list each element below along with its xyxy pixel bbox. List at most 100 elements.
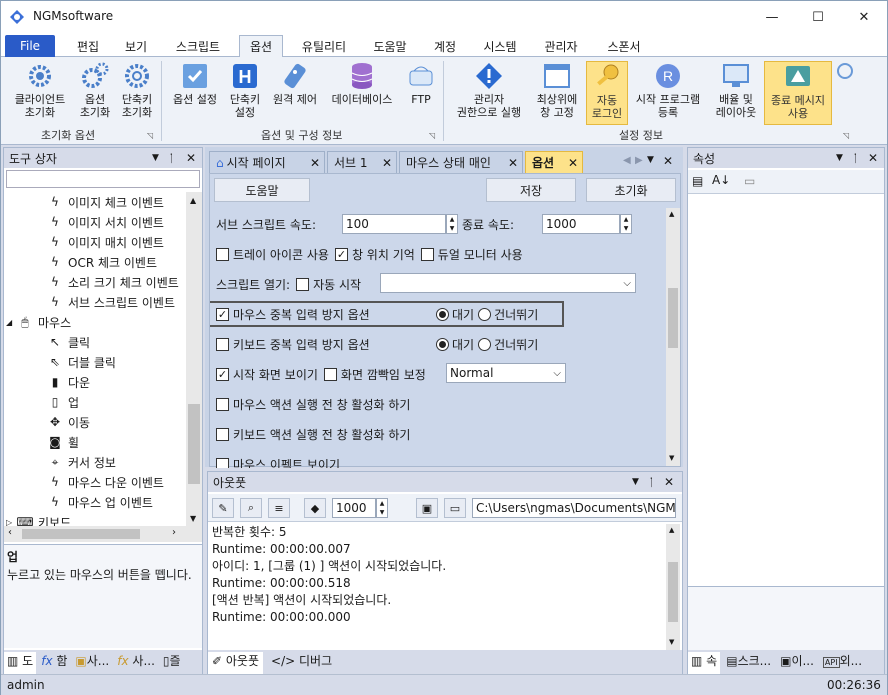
- tab-mouse-state[interactable]: 마우스 상태 매인 ✕: [399, 151, 523, 173]
- tree-item[interactable]: ✥ 이동: [4, 412, 90, 432]
- tree-item[interactable]: ▷ ⌨ 키보드: [4, 512, 71, 526]
- menu-script[interactable]: 스크립트: [165, 35, 231, 57]
- tab-script[interactable]: ▤스크...: [723, 652, 774, 674]
- scroll-thumb[interactable]: [188, 404, 200, 484]
- scroll-down-icon[interactable]: ▼: [669, 638, 674, 646]
- menu-sponsor[interactable]: 스폰서: [597, 35, 651, 57]
- maximize-button[interactable]: ☐: [795, 1, 841, 33]
- clear-log-button[interactable]: ✎: [212, 498, 234, 518]
- hotkey-reset-button[interactable]: 단축키 초기화: [117, 61, 157, 119]
- reset-button[interactable]: 초기화: [586, 178, 676, 202]
- scroll-up-icon[interactable]: ▲: [669, 526, 674, 534]
- tab-output[interactable]: ✐ 아웃풋: [208, 652, 264, 674]
- search-log-button[interactable]: ⌕: [240, 498, 262, 518]
- hscroll-thumb[interactable]: [22, 529, 140, 539]
- expander-icon[interactable]: ▷: [6, 518, 12, 527]
- kbd-wait-radio[interactable]: [436, 338, 449, 351]
- close-icon[interactable]: ✕: [663, 154, 673, 168]
- refresh-icon[interactable]: [837, 63, 853, 79]
- scroll-thumb[interactable]: [668, 562, 678, 622]
- close-button[interactable]: ✕: [841, 1, 887, 33]
- tree-item[interactable]: ◢ 🖱 마우스: [4, 312, 71, 332]
- exit-message-button[interactable]: 종료 메시지 사용: [764, 61, 832, 125]
- menu-help[interactable]: 도움말: [363, 35, 417, 57]
- tab-list-icon[interactable]: ▼: [647, 155, 654, 165]
- ftp-button[interactable]: FTP: [401, 61, 441, 106]
- expander-icon[interactable]: ◢: [6, 318, 12, 327]
- pin-icon[interactable]: ᛙ: [648, 476, 655, 489]
- scroll-thumb[interactable]: [668, 288, 678, 348]
- tab-image[interactable]: ▣이...: [777, 652, 817, 674]
- tree-item[interactable]: ▯ 업: [4, 392, 79, 412]
- toolbox-scrollbar[interactable]: ▲ ▼: [186, 192, 202, 526]
- wrap-log-button[interactable]: ≡: [268, 498, 290, 518]
- tab-favorites[interactable]: ▯즐: [160, 652, 184, 674]
- remote-control-button[interactable]: 원격 제어: [265, 61, 325, 106]
- dialog-launcher-icon[interactable]: ◹: [147, 131, 153, 140]
- output-scrollbar[interactable]: ▲ ▼: [666, 524, 680, 650]
- scroll-up-icon[interactable]: ▲: [669, 210, 674, 218]
- run-as-admin-button[interactable]: 관리자 권한으로 실행: [447, 61, 531, 119]
- auto-start-checkbox[interactable]: [296, 278, 310, 291]
- pin-icon[interactable]: ᛙ: [852, 152, 859, 165]
- kbd-dup-checkbox[interactable]: [216, 338, 229, 351]
- tree-item[interactable]: ϟ 이미지 매치 이벤트: [4, 232, 164, 252]
- tab-properties[interactable]: ▥ 속: [688, 652, 721, 674]
- always-on-top-button[interactable]: 최상위에 창 고정: [531, 61, 583, 119]
- menu-view[interactable]: 보기: [113, 35, 159, 57]
- tab-external[interactable]: API 외...: [820, 652, 865, 674]
- dropdown-icon[interactable]: ▼: [152, 153, 159, 163]
- scroll-up-icon[interactable]: ▲: [190, 196, 196, 205]
- menu-utility[interactable]: 유틸리티: [291, 35, 357, 57]
- scroll-down-icon[interactable]: ▼: [669, 454, 674, 462]
- mouse-dup-checkbox[interactable]: ✓: [216, 308, 229, 321]
- dropdown-icon[interactable]: ▼: [632, 477, 639, 487]
- option-reset-button[interactable]: 옵션 초기화: [75, 61, 115, 119]
- close-icon[interactable]: ✕: [664, 475, 674, 489]
- toolbox-hscrollbar[interactable]: ‹ ›: [4, 526, 202, 542]
- scroll-left-icon[interactable]: ‹: [8, 527, 12, 538]
- pin-icon[interactable]: ᛙ: [168, 152, 175, 165]
- hotkey-settings-button[interactable]: H 단축키 설정: [225, 61, 265, 119]
- kbd-activate-checkbox[interactable]: [216, 428, 229, 441]
- scroll-down-icon[interactable]: ▼: [190, 514, 196, 523]
- kbd-skip-radio[interactable]: [478, 338, 492, 351]
- toolbox-search-input[interactable]: [6, 170, 200, 188]
- property-pages-icon[interactable]: ▭: [744, 174, 755, 188]
- dialog-launcher-icon[interactable]: ◹: [429, 131, 435, 140]
- close-icon[interactable]: ✕: [310, 156, 320, 170]
- tree-item[interactable]: ⇖ 더블 클릭: [4, 352, 116, 372]
- erase-log-button[interactable]: ◆: [304, 498, 326, 518]
- tab-sub-1[interactable]: 서브 1 ✕: [327, 151, 397, 173]
- auto-login-button[interactable]: 자동 로그인: [586, 61, 628, 125]
- mouse-activate-checkbox[interactable]: [216, 398, 229, 411]
- options-scrollbar[interactable]: ▲ ▼: [666, 208, 680, 466]
- close-icon[interactable]: ✕: [868, 151, 878, 165]
- tab-debug[interactable]: </> 디버그: [267, 652, 336, 674]
- tree-item[interactable]: ▮ 다운: [4, 372, 90, 392]
- delay-input[interactable]: 1000: [332, 498, 376, 518]
- menu-edit[interactable]: 편집: [65, 35, 111, 57]
- tree-item[interactable]: ϟ 마우스 업 이벤트: [4, 492, 153, 512]
- tree-item[interactable]: ϟ 이미지 서치 이벤트: [4, 212, 164, 232]
- dual-monitor-checkbox[interactable]: [420, 248, 434, 261]
- mouse-wait-radio[interactable]: [436, 308, 449, 321]
- tree-item[interactable]: ϟ 서브 스크립트 이벤트: [4, 292, 175, 312]
- scale-layout-button[interactable]: 배율 및 레이아웃: [709, 61, 763, 119]
- startup-register-button[interactable]: R 시작 프로그램 등록: [629, 61, 707, 119]
- menu-options[interactable]: 옵션: [239, 35, 283, 58]
- tree-item[interactable]: ◙ 휠: [4, 432, 79, 452]
- tree-item[interactable]: ⌖ 커서 정보: [4, 452, 116, 472]
- blink-checkbox[interactable]: [323, 368, 337, 381]
- dialog-launcher-icon[interactable]: ◹: [843, 131, 849, 140]
- blink-mode-select[interactable]: Normal ⌵: [446, 363, 566, 383]
- tab-scroll-right-icon[interactable]: ▶: [635, 155, 643, 166]
- sub-speed-input[interactable]: 100: [342, 214, 446, 234]
- client-reset-button[interactable]: 클라이언트 초기화: [7, 61, 73, 119]
- close-icon[interactable]: ✕: [382, 156, 392, 170]
- sort-az-icon[interactable]: A↓: [712, 173, 730, 187]
- close-icon[interactable]: ✕: [508, 156, 518, 170]
- option-settings-button[interactable]: 옵션 설정: [167, 61, 223, 106]
- open-folder-button[interactable]: ▭: [444, 498, 466, 518]
- minimize-button[interactable]: —: [749, 1, 795, 33]
